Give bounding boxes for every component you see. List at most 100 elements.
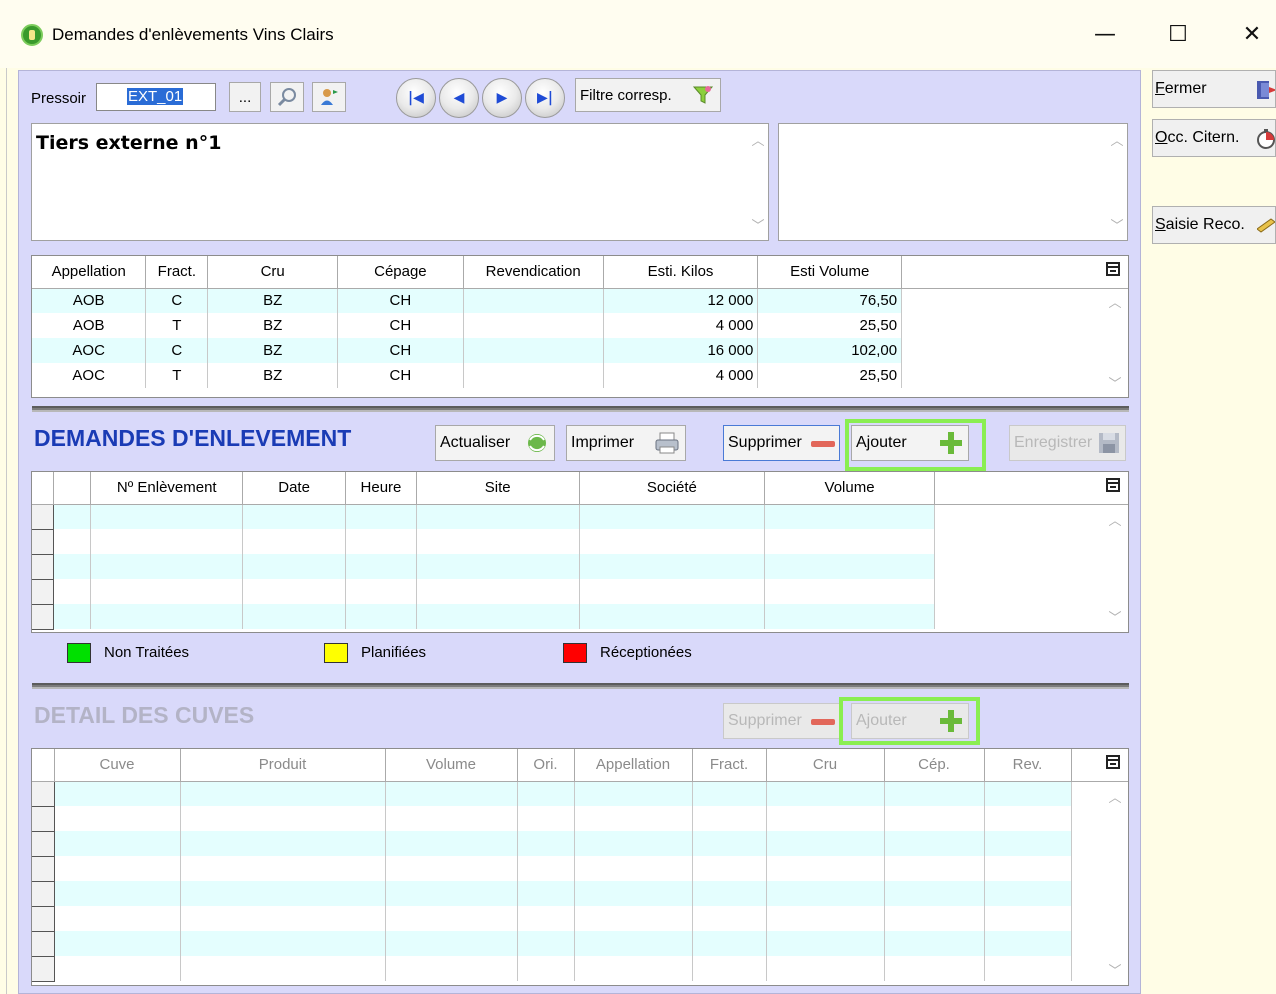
enregistrer-button[interactable]: Enregistrer xyxy=(1009,425,1126,461)
table-cell[interactable]: BZ xyxy=(207,313,338,338)
table-cell[interactable] xyxy=(180,881,386,906)
table-cell[interactable] xyxy=(884,781,985,806)
row-selector[interactable] xyxy=(32,554,55,580)
table-row[interactable] xyxy=(32,504,1128,530)
row-selector[interactable] xyxy=(32,504,55,530)
filter-button[interactable]: Filtre corresp. xyxy=(575,78,721,112)
col-header[interactable]: Cépage xyxy=(337,256,464,289)
appellation-scrollbar[interactable]: ︿ ﹀ xyxy=(1102,288,1128,397)
table-cell[interactable] xyxy=(579,554,766,579)
row-selector[interactable] xyxy=(32,604,55,630)
table-row[interactable] xyxy=(32,931,1128,957)
scroll-down-icon[interactable]: ﹀ xyxy=(1102,607,1128,626)
table-cell[interactable]: 4 000 xyxy=(603,313,759,338)
table-cell[interactable] xyxy=(463,288,604,313)
table-cell[interactable] xyxy=(90,554,244,579)
table-cell[interactable] xyxy=(385,906,518,931)
appellation-grid[interactable]: Appellation Fract. Cru Cépage Revendicat… xyxy=(31,255,1129,398)
table-row[interactable] xyxy=(32,806,1128,832)
table-cell[interactable]: CH xyxy=(337,363,464,388)
col-header[interactable]: Rev. xyxy=(984,749,1072,782)
person-button[interactable] xyxy=(312,82,346,112)
table-cell[interactable] xyxy=(517,831,575,856)
table-cell[interactable] xyxy=(345,604,417,629)
column-chooser-icon[interactable] xyxy=(1106,262,1120,276)
table-cell[interactable] xyxy=(416,529,580,554)
table-cell[interactable] xyxy=(692,931,767,956)
nav-next-button[interactable]: ▶ xyxy=(482,78,522,118)
scroll-down-icon[interactable]: ﹀ xyxy=(1102,960,1128,979)
table-cell[interactable] xyxy=(385,856,518,881)
table-row[interactable]: AOB C BZ CH 12 000 76,50 xyxy=(32,288,1128,313)
table-cell[interactable] xyxy=(345,554,417,579)
table-row[interactable]: AOC T BZ CH 4 000 25,50 xyxy=(32,363,1128,388)
table-cell[interactable] xyxy=(54,956,181,981)
col-header[interactable]: Cru xyxy=(766,749,885,782)
table-cell[interactable] xyxy=(242,504,346,529)
table-row[interactable] xyxy=(32,529,1128,555)
table-cell[interactable]: 16 000 xyxy=(603,338,759,363)
table-cell[interactable] xyxy=(766,931,885,956)
table-cell[interactable]: AOC xyxy=(32,338,147,363)
table-cell[interactable]: AOC xyxy=(32,363,147,388)
minimize-button[interactable]: — xyxy=(1085,18,1125,54)
column-chooser-icon[interactable] xyxy=(1106,478,1120,492)
occ-citern-button[interactable]: Occ. Citern. xyxy=(1152,119,1276,157)
table-cell[interactable] xyxy=(463,338,604,363)
col-header[interactable]: Fract. xyxy=(145,256,209,289)
table-cell[interactable] xyxy=(345,579,417,604)
table-cell[interactable] xyxy=(517,881,575,906)
table-cell[interactable]: AOB xyxy=(32,288,147,313)
table-cell[interactable] xyxy=(242,554,346,579)
table-cell[interactable] xyxy=(416,504,580,529)
demandes-scrollbar[interactable]: ︿ ﹀ xyxy=(1102,504,1128,632)
nav-first-button[interactable]: |◀ xyxy=(396,78,436,118)
col-header[interactable]: Volume xyxy=(764,472,935,505)
col-header[interactable]: Cép. xyxy=(884,749,985,782)
table-cell[interactable] xyxy=(416,579,580,604)
table-cell[interactable] xyxy=(574,856,693,881)
row-selector[interactable] xyxy=(32,529,55,555)
table-cell[interactable] xyxy=(984,906,1072,931)
detail-scrollbar[interactable]: ︿ ﹀ xyxy=(1102,781,1128,985)
table-cell[interactable]: BZ xyxy=(207,363,338,388)
column-chooser-icon[interactable] xyxy=(1106,755,1120,769)
row-selector[interactable] xyxy=(32,781,55,807)
table-cell[interactable] xyxy=(692,806,767,831)
table-cell[interactable]: 12 000 xyxy=(603,288,759,313)
table-cell[interactable] xyxy=(984,956,1072,981)
notes-scrollbar[interactable]: ︿ ﹀ xyxy=(1107,124,1127,240)
col-header[interactable]: Produit xyxy=(180,749,386,782)
row-selector[interactable] xyxy=(32,806,55,832)
col-header[interactable]: Esti. Kilos xyxy=(603,256,759,289)
table-cell[interactable] xyxy=(579,504,766,529)
demandes-grid[interactable]: Nº Enlèvement Date Heure Site Société Vo… xyxy=(31,471,1129,633)
table-cell[interactable]: 76,50 xyxy=(757,288,903,313)
table-cell[interactable]: 25,50 xyxy=(757,363,903,388)
col-header[interactable]: Nº Enlèvement xyxy=(90,472,244,505)
table-cell[interactable] xyxy=(90,504,244,529)
table-cell[interactable]: CH xyxy=(337,288,464,313)
table-cell[interactable] xyxy=(984,806,1072,831)
table-cell[interactable] xyxy=(385,781,518,806)
search-button[interactable] xyxy=(270,82,304,112)
table-row[interactable] xyxy=(32,604,1128,630)
table-row[interactable] xyxy=(32,856,1128,882)
table-cell[interactable] xyxy=(764,529,935,554)
table-cell[interactable] xyxy=(385,831,518,856)
table-cell[interactable] xyxy=(242,529,346,554)
table-cell[interactable] xyxy=(385,931,518,956)
table-cell[interactable] xyxy=(692,881,767,906)
table-cell[interactable] xyxy=(884,931,985,956)
table-cell[interactable] xyxy=(90,579,244,604)
scroll-up-icon[interactable]: ︿ xyxy=(748,130,768,149)
nav-prev-button[interactable]: ◀ xyxy=(439,78,479,118)
table-cell[interactable] xyxy=(766,956,885,981)
table-cell[interactable] xyxy=(574,831,693,856)
table-cell[interactable] xyxy=(884,881,985,906)
table-cell[interactable] xyxy=(54,806,181,831)
scroll-up-icon[interactable]: ︿ xyxy=(1102,292,1128,311)
table-cell[interactable] xyxy=(984,931,1072,956)
table-cell[interactable] xyxy=(180,856,386,881)
table-cell[interactable] xyxy=(984,831,1072,856)
